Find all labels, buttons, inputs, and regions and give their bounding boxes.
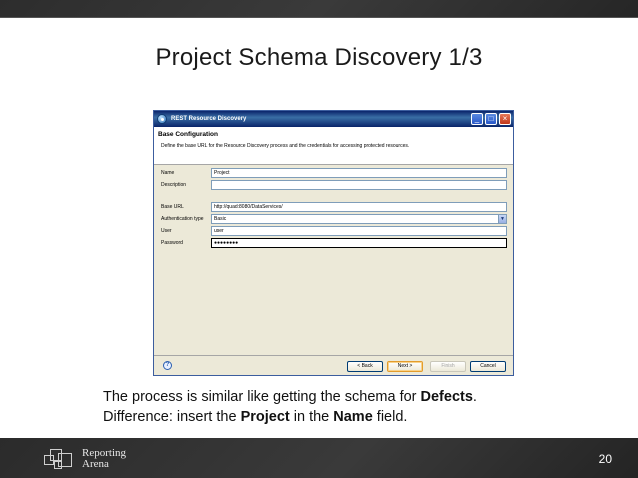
caption-text: in the [289,409,334,425]
caption-bold-project: Project [240,409,290,425]
caption-line-2: Difference: insert the Project in the Na… [103,407,477,427]
page-number: 20 [598,452,612,466]
description-label: Description [161,182,187,188]
chevron-down-icon[interactable]: ▼ [498,215,506,223]
password-input[interactable]: ●●●●●●●● [211,238,507,248]
auth-type-select[interactable]: Basic ▼ [211,214,507,224]
window-controls: _ □ × [471,113,511,125]
wizard-footer: ? < Back Next > Finish Cancel [154,355,513,376]
top-decorative-bar [0,0,638,18]
description-row: Description [154,180,513,191]
maximize-icon[interactable]: □ [485,113,497,125]
user-input[interactable]: user [211,226,507,236]
name-input[interactable]: Project [211,168,507,178]
caption-text: Difference: insert the [103,409,241,425]
user-label: User [161,228,172,234]
description-input[interactable] [211,180,507,190]
back-button[interactable]: < Back [347,361,383,372]
auth-type-row: Authentication type Basic ▼ [154,214,513,225]
cancel-button[interactable]: Cancel [470,361,506,372]
caption-text: The process is similar like getting the … [103,389,421,405]
base-configuration-form: Name Project Description Base URL http:/… [154,166,513,355]
base-url-input[interactable]: http://quad:8080/DataServices/ [211,202,507,212]
name-label: Name [161,170,175,176]
logo-mark-icon [42,447,78,471]
close-icon[interactable]: × [499,113,511,125]
caption-text: . [472,389,477,405]
finish-button[interactable]: Finish [430,361,466,372]
user-row: User user [154,226,513,237]
minimize-icon[interactable]: _ [471,113,483,125]
help-icon[interactable]: ? [163,361,172,370]
dialog-title: REST Resource Discovery [171,116,247,122]
rest-resource-discovery-dialog: REST Resource Discovery _ □ × Base Confi… [153,110,514,376]
caption-text: field. [372,409,408,425]
next-button[interactable]: Next > [387,361,423,372]
slide-title: Project Schema Discovery 1/3 [155,44,483,71]
logo-line-2: Arena [82,458,109,470]
dialog-titlebar[interactable]: REST Resource Discovery _ □ × [154,111,513,127]
auth-type-label: Authentication type [161,216,204,222]
caption-bold-defects: Defects [420,389,473,405]
caption-bold-name: Name [333,409,373,425]
name-row: Name Project [154,168,513,179]
app-icon [157,114,167,124]
slide-caption: The process is similar like getting the … [103,387,477,427]
base-url-row: Base URL http://quad:8080/DataServices/ [154,202,513,213]
section-title: Base Configuration [158,131,218,138]
base-url-label: Base URL [161,204,184,210]
auth-type-value: Basic [214,216,227,222]
caption-line-1: The process is similar like getting the … [103,387,477,407]
password-row: Password ●●●●●●●● [154,238,513,249]
password-label: Password [161,240,183,246]
section-description: Define the base URL for the Resource Dis… [161,143,410,149]
reporting-arena-logo: Reporting Arena [42,447,126,471]
wizard-banner: Base Configuration Define the base URL f… [154,127,513,165]
logo-text: Reporting Arena [82,448,126,470]
